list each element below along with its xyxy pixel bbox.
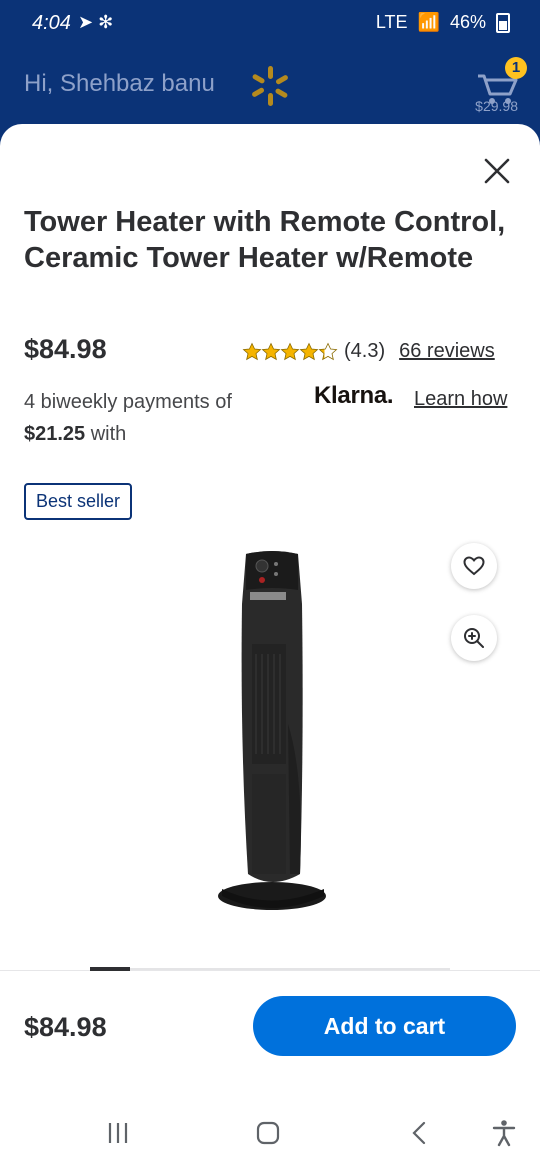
cart-price: $29.98 xyxy=(475,98,518,114)
cart-count-badge: 1 xyxy=(505,57,527,79)
back-icon xyxy=(412,1121,426,1145)
notification-icons: ➤ ✻ xyxy=(78,12,114,32)
close-icon[interactable] xyxy=(482,156,512,186)
back-button[interactable] xyxy=(402,1118,438,1148)
payment-suffix: with xyxy=(90,423,127,445)
app-header: Hi, Shehbaz banu 1 $29.98 xyxy=(0,52,540,122)
product-image[interactable] xyxy=(200,544,340,924)
home-icon xyxy=(256,1121,280,1145)
status-time: 4:04 xyxy=(32,12,71,34)
rating-value: (4.3) xyxy=(344,340,386,362)
network-label: LTE xyxy=(375,12,408,32)
battery-label: 46% xyxy=(449,12,486,32)
divider xyxy=(0,970,540,971)
best-seller-badge: Best seller xyxy=(24,483,133,520)
product-price: $84.98 xyxy=(24,334,107,364)
accessibility-icon xyxy=(492,1120,516,1147)
payment-info: 4 biweekly payments of $21.25 with xyxy=(24,386,294,450)
zoom-button[interactable] xyxy=(451,615,497,661)
klarna-logo: Klarna. xyxy=(314,382,394,409)
payment-line: 4 biweekly payments of xyxy=(24,391,232,413)
product-title: Tower Heater with Remote Control, Cerami… xyxy=(24,206,506,274)
zoom-icon xyxy=(464,628,484,648)
carousel-indicator-track xyxy=(90,968,450,970)
heart-icon xyxy=(463,556,485,576)
reviews-link[interactable]: 66 reviews xyxy=(399,340,495,363)
product-sheet: Tower Heater with Remote Control, Cerami… xyxy=(0,124,540,1170)
payment-amount: $21.25 xyxy=(24,423,86,445)
status-bar: 4:04 ➤ ✻ LTE 📶 46% xyxy=(0,0,540,52)
battery-icon xyxy=(496,12,510,33)
rating-row: (4.3) 66 reviews xyxy=(242,340,495,363)
greeting-text: Hi, Shehbaz banu xyxy=(24,70,215,97)
recent-apps-button[interactable] xyxy=(100,1118,136,1148)
footer-price: $84.98 xyxy=(24,1012,107,1042)
system-nav-bar xyxy=(0,1098,540,1170)
star-rating-icon xyxy=(242,342,338,362)
status-right: LTE 📶 46% xyxy=(376,12,510,33)
recent-apps-icon xyxy=(108,1123,128,1143)
accessibility-button[interactable] xyxy=(486,1118,522,1148)
spark-icon xyxy=(252,66,288,106)
add-to-cart-button[interactable]: Add to cart xyxy=(253,996,516,1056)
home-button[interactable] xyxy=(250,1118,286,1148)
carousel-indicator-active xyxy=(90,967,130,971)
signal-icon: 📶 xyxy=(417,12,440,32)
favorite-button[interactable] xyxy=(451,543,497,589)
learn-how-link[interactable]: Learn how xyxy=(414,388,507,411)
